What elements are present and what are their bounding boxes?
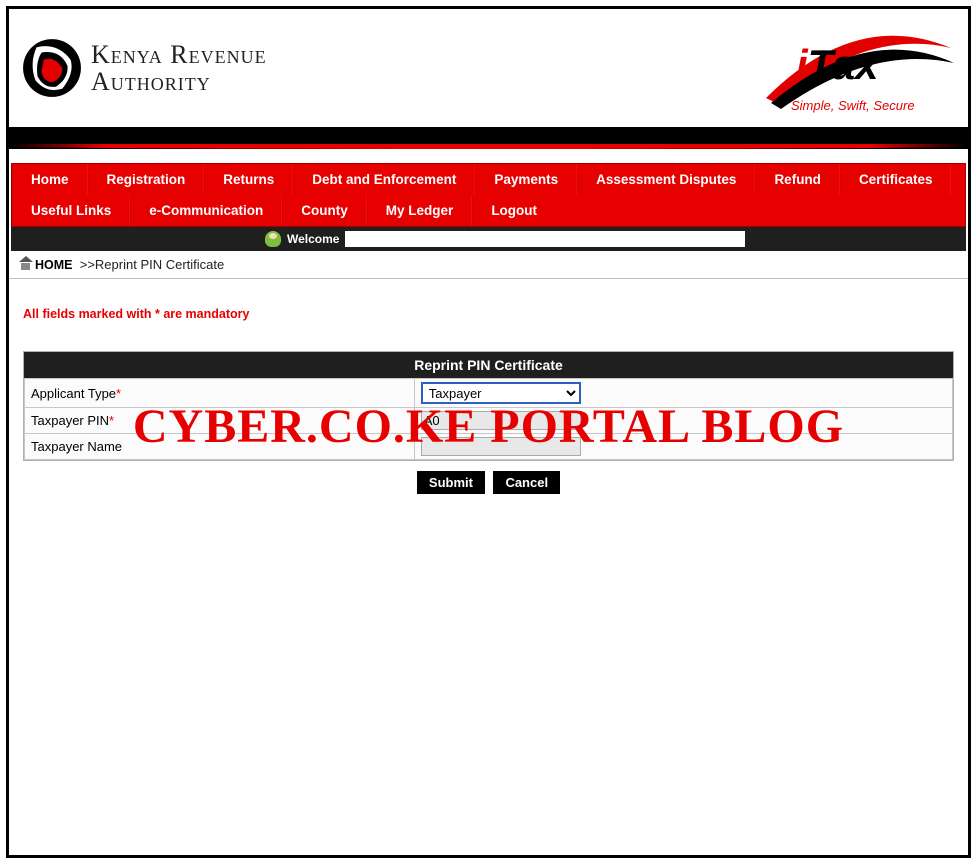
- app-frame: Kenya Revenue Authority iTax Simple, Swi…: [6, 6, 971, 858]
- label-taxpayer-name: Taxpayer Name: [25, 434, 415, 460]
- divider-stripe: [9, 127, 968, 149]
- kra-logo: Kenya Revenue Authority: [21, 37, 267, 99]
- taxpayer-name-input[interactable]: [421, 437, 581, 456]
- applicant-type-select[interactable]: Taxpayer: [421, 382, 581, 404]
- nav-debt-enforcement[interactable]: Debt and Enforcement: [293, 164, 475, 195]
- nav-assessment-disputes[interactable]: Assessment Disputes: [577, 164, 755, 195]
- welcome-user-field: [345, 231, 745, 247]
- header: Kenya Revenue Authority iTax Simple, Swi…: [9, 9, 968, 119]
- breadcrumb-current: Reprint PIN Certificate: [95, 257, 224, 272]
- panel-title: Reprint PIN Certificate: [24, 352, 953, 378]
- nav-refund[interactable]: Refund: [755, 164, 840, 195]
- org-name-line1: Kenya Revenue: [91, 41, 267, 68]
- cancel-button[interactable]: Cancel: [493, 471, 560, 494]
- home-icon: [19, 258, 33, 270]
- org-name-line2: Authority: [91, 68, 267, 95]
- nav-returns[interactable]: Returns: [204, 164, 293, 195]
- label-taxpayer-pin: Taxpayer PIN*: [25, 408, 415, 434]
- label-applicant-type: Applicant Type*: [25, 379, 415, 408]
- nav-ecommunication[interactable]: e-Communication: [130, 195, 282, 226]
- nav-home[interactable]: Home: [12, 164, 88, 195]
- breadcrumb-sep: >>: [80, 257, 95, 272]
- main-nav: Home Registration Returns Debt and Enfor…: [11, 163, 966, 227]
- button-row: Submit Cancel: [9, 461, 968, 504]
- breadcrumb-home[interactable]: HOME: [35, 258, 73, 272]
- nav-my-ledger[interactable]: My Ledger: [367, 195, 473, 226]
- lion-icon: [21, 37, 83, 99]
- row-taxpayer-pin: Taxpayer PIN*: [25, 408, 953, 434]
- row-taxpayer-name: Taxpayer Name: [25, 434, 953, 460]
- submit-button[interactable]: Submit: [417, 471, 485, 494]
- user-icon: [265, 231, 281, 247]
- nav-registration[interactable]: Registration: [88, 164, 205, 195]
- reprint-pin-panel: Reprint PIN Certificate Applicant Type* …: [23, 351, 954, 461]
- itax-text: iTax: [796, 41, 879, 89]
- breadcrumb: HOME >>Reprint PIN Certificate: [9, 251, 968, 279]
- row-applicant-type: Applicant Type* Taxpayer: [25, 379, 953, 408]
- welcome-bar: Welcome: [11, 227, 966, 251]
- nav-useful-links[interactable]: Useful Links: [12, 195, 130, 226]
- itax-tagline: Simple, Swift, Secure: [791, 98, 915, 113]
- welcome-label: Welcome: [287, 232, 339, 246]
- nav-certificates[interactable]: Certificates: [840, 164, 952, 195]
- nav-payments[interactable]: Payments: [475, 164, 577, 195]
- mandatory-note: All fields marked with * are mandatory: [9, 279, 968, 341]
- taxpayer-pin-input[interactable]: [421, 411, 581, 430]
- itax-logo: iTax Simple, Swift, Secure: [756, 23, 956, 113]
- nav-county[interactable]: County: [282, 195, 367, 226]
- nav-logout[interactable]: Logout: [472, 195, 555, 226]
